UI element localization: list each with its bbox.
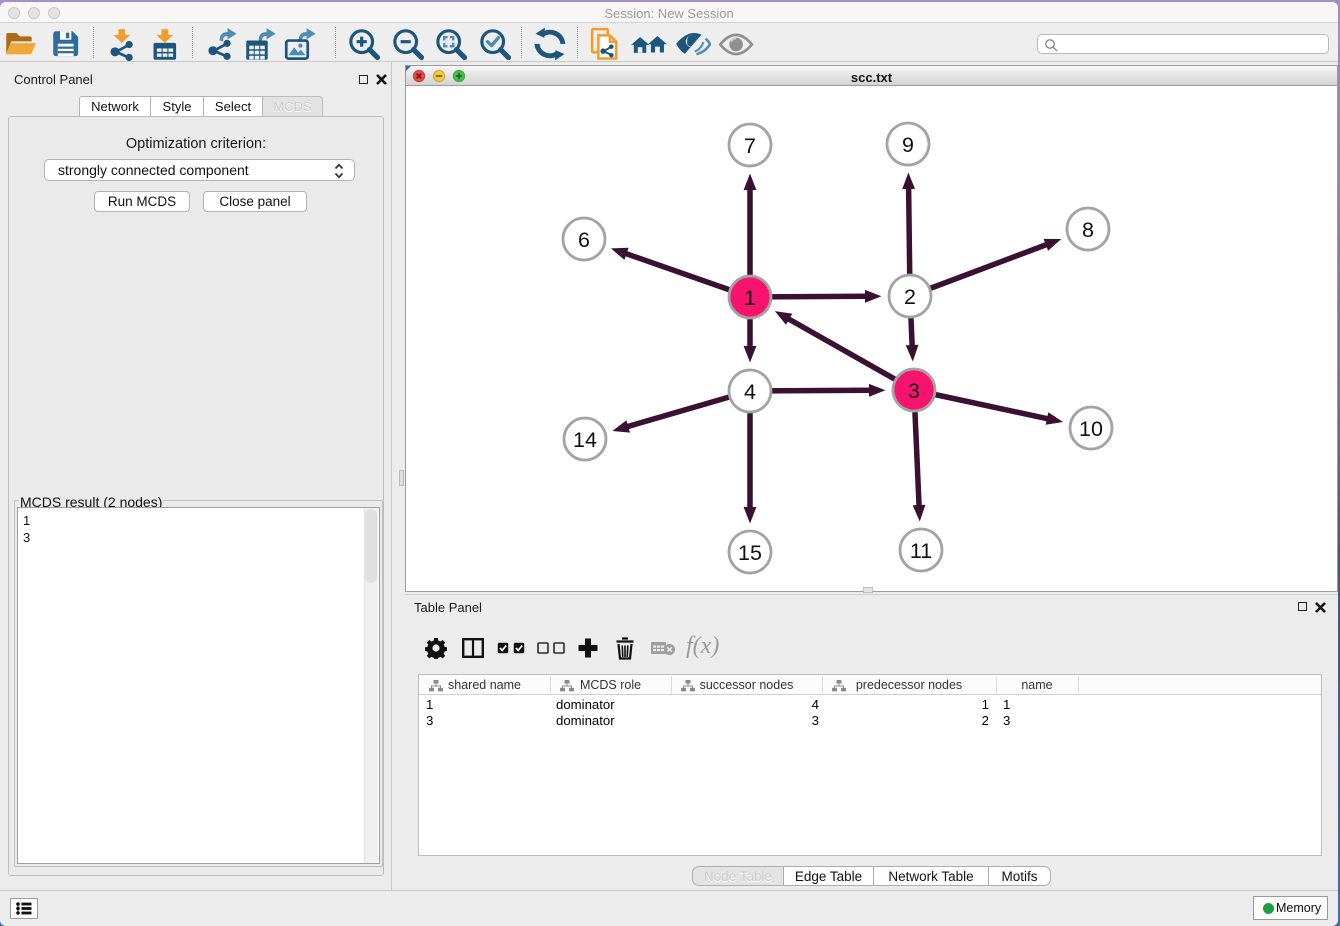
svg-text:4: 4 xyxy=(744,380,756,404)
svg-text:14: 14 xyxy=(573,428,597,452)
svg-text:2: 2 xyxy=(904,285,916,309)
svg-text:8: 8 xyxy=(1082,218,1094,242)
svg-text:10: 10 xyxy=(1079,417,1103,441)
svg-text:15: 15 xyxy=(738,541,762,565)
svg-text:11: 11 xyxy=(910,539,932,563)
svg-text:3: 3 xyxy=(908,379,920,403)
svg-text:1: 1 xyxy=(744,286,756,310)
svg-text:6: 6 xyxy=(578,228,590,252)
svg-text:7: 7 xyxy=(744,134,756,158)
svg-text:9: 9 xyxy=(902,133,914,157)
